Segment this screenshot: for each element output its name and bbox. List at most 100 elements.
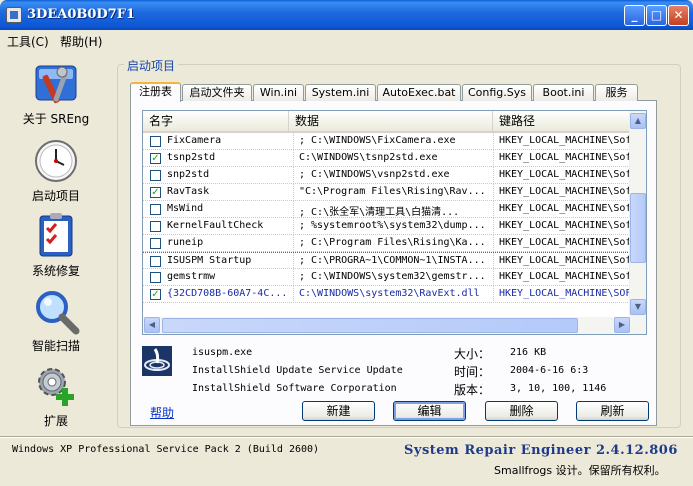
row-name: {32CD708B-60A7-4C... [167, 288, 288, 299]
delete-button[interactable]: 删除 [485, 401, 558, 421]
menu-bar: 工具(C) 帮助(H) [0, 30, 693, 50]
row-checkbox[interactable] [150, 204, 161, 215]
tab-startup-folder[interactable]: 启动文件夹 [182, 84, 252, 101]
row-data: ; C:\张全军\清理工具\白猫清... [299, 207, 460, 218]
window-title: 3DEA0B0D7F1 [27, 7, 135, 22]
table-row[interactable]: gemstrmw ; C:\WINDOWS\system32\gemstr... H… [143, 269, 630, 286]
time-value: 2004-6-16 6:3 [510, 365, 589, 376]
row-checkbox[interactable] [150, 221, 161, 232]
row-checkbox[interactable] [150, 136, 161, 147]
scroll-left-button[interactable]: ◀ [144, 317, 160, 333]
nav-startup-label: 启动项目 [31, 189, 80, 203]
row-separator [493, 167, 494, 184]
nav-about[interactable]: 关于 SREng [8, 60, 104, 127]
row-data: ; C:\WINDOWS\vsnp2std.exe [299, 169, 450, 180]
maximize-button[interactable]: □ [646, 5, 667, 26]
row-key: HKEY_LOCAL_MACHINE\Sof [499, 255, 630, 266]
vscroll-thumb[interactable] [630, 193, 646, 263]
table-row[interactable]: ✓ {32CD708B-60A7-4C... C:\WINDOWS\system32… [143, 286, 630, 303]
refresh-button[interactable]: 刷新 [576, 401, 649, 421]
nav-scan[interactable]: 智能扫描 [8, 287, 104, 354]
row-data: C:\WINDOWS\system32\RavExt.dll [299, 288, 480, 299]
file-description: InstallShield Update Service Update [192, 365, 403, 376]
group-title: 启动项目 [124, 57, 179, 74]
row-separator [293, 184, 294, 201]
row-data: ; C:\WINDOWS\FixCamera.exe [299, 135, 456, 146]
version-value: 3, 10, 100, 1146 [510, 383, 607, 394]
row-checkbox[interactable] [150, 272, 161, 283]
row-checkbox[interactable]: ✓ [150, 289, 161, 300]
row-separator [493, 235, 494, 252]
row-checkbox[interactable]: ✓ [150, 187, 161, 198]
tab-win-ini[interactable]: Win.ini [253, 84, 304, 101]
new-button[interactable]: 新建 [302, 401, 375, 421]
menu-help[interactable]: 帮助(H) [60, 33, 102, 50]
row-key: HKEY_LOCAL_MACHINE\Sof [499, 271, 630, 282]
row-separator [493, 253, 494, 270]
table-row[interactable]: FixCamera ; C:\WINDOWS\FixCamera.exe HKEY_… [143, 133, 630, 150]
table-row[interactable]: ✓ RavTask "C:\Program Files\Rising\Rav... H… [143, 184, 630, 201]
row-separator [493, 150, 494, 167]
help-link[interactable]: 帮助 [150, 404, 174, 421]
table-row[interactable]: snp2std ; C:\WINDOWS\vsnp2std.exe HKEY_LOC… [143, 167, 630, 184]
table-row[interactable]: KernelFaultCheck ; %systemroot%\system32\… [143, 218, 630, 235]
menu-tools[interactable]: 工具(C) [7, 33, 49, 50]
row-separator [493, 184, 494, 201]
title-bar[interactable]: 3DEA0B0D7F1 _ □ ✕ [0, 0, 693, 30]
tab-system-ini[interactable]: System.ini [305, 84, 376, 101]
list-hscrollbar[interactable]: ◀ ▶ [143, 317, 646, 334]
tab-registry[interactable]: 注册表 [130, 82, 181, 102]
tab-services[interactable]: 服务 [595, 84, 638, 101]
nav-repair[interactable]: 系统修复 [8, 212, 104, 279]
size-value: 216 KB [510, 347, 547, 358]
row-name: RavTask [167, 186, 210, 197]
nav-extend[interactable]: 扩展 [8, 362, 104, 429]
registry-list[interactable]: 名字 数据 键路径 FixCamera ; C:\WINDOWS\FixCamer… [142, 110, 647, 335]
size-label: 大小： [454, 347, 491, 361]
row-separator [493, 133, 494, 150]
table-row[interactable]: runeip ; C:\Program Files\Rising\Ka... HKE… [143, 235, 630, 252]
column-key[interactable]: 键路径 [493, 111, 630, 131]
file-company: InstallShield Software Corporation [192, 383, 397, 394]
tab-config-sys[interactable]: Config.Sys [462, 84, 532, 101]
scroll-right-button[interactable]: ▶ [614, 317, 630, 333]
installshield-icon [142, 346, 172, 376]
table-row[interactable]: ISUSPM Startup ; C:\PROGRA~1\COMMON~1\INS… [143, 252, 630, 270]
table-row[interactable]: MsWind ; C:\张全军\清理工具\白猫清... HKEY_LOCAL_MAC… [143, 201, 630, 218]
time-label: 时间： [454, 365, 491, 379]
list-body: FixCamera ; C:\WINDOWS\FixCamera.exe HKEY_… [143, 133, 630, 303]
list-header: 名字 数据 键路径 [143, 111, 630, 133]
tab-autoexec[interactable]: AutoExec.bat [377, 84, 461, 101]
row-name: snp2std [167, 169, 210, 180]
close-button[interactable]: ✕ [668, 5, 689, 26]
magnifier-icon [36, 291, 80, 335]
row-key: HKEY_LOCAL_MACHINE\Sof [499, 152, 630, 163]
column-name[interactable]: 名字 [143, 111, 289, 131]
nav-about-label: 关于 SREng [22, 112, 90, 126]
row-separator [293, 269, 294, 286]
row-name: MsWind [167, 203, 204, 214]
scroll-up-button[interactable]: ▲ [630, 113, 646, 129]
list-vscrollbar[interactable]: ▲ ▼ [629, 111, 646, 317]
row-key: HKEY_LOCAL_MACHINE\Sof [499, 186, 630, 197]
table-row[interactable]: ✓ tsnp2std C:\WINDOWS\tsnp2std.exe HKEY_LOC… [143, 150, 630, 167]
minimize-button[interactable]: _ [624, 5, 645, 26]
row-checkbox[interactable] [150, 238, 161, 249]
row-data: ; C:\WINDOWS\system32\gemstr... [299, 271, 486, 282]
row-checkbox[interactable]: ✓ [150, 153, 161, 164]
row-key: HKEY_LOCAL_MACHINE\Sof [499, 237, 630, 248]
file-name: isuspm.exe [192, 347, 253, 358]
scroll-down-button[interactable]: ▼ [630, 299, 646, 315]
row-key: HKEY_LOCAL_MACHINE\SOF [499, 288, 630, 299]
column-data[interactable]: 数据 [289, 111, 493, 131]
edit-button[interactable]: 编辑 [393, 401, 466, 421]
copyright-text: Smallfrogs 设计。保留所有权利。 [494, 464, 666, 477]
app-icon[interactable] [6, 7, 22, 23]
hscroll-thumb[interactable] [162, 318, 578, 333]
tab-boot-ini[interactable]: Boot.ini [533, 84, 594, 101]
row-checkbox[interactable] [150, 170, 161, 181]
nav-startup[interactable]: 启动项目 [8, 137, 104, 204]
row-checkbox[interactable] [150, 256, 161, 267]
row-separator [493, 286, 494, 303]
row-separator [293, 218, 294, 235]
